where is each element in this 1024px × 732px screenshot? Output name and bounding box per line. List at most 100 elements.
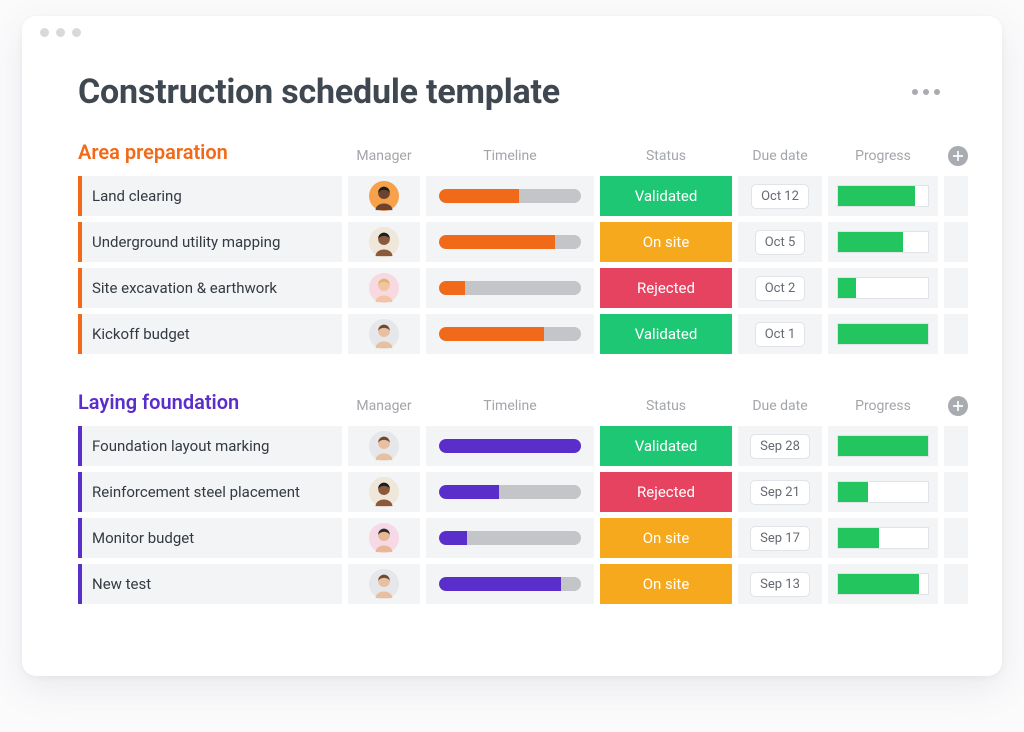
- progress-cell[interactable]: [828, 222, 938, 262]
- status-cell[interactable]: Validated: [600, 314, 732, 354]
- table-row[interactable]: Site excavation & earthwork Rejected Oct…: [78, 268, 946, 308]
- timeline-cell[interactable]: [426, 426, 594, 466]
- manager-cell[interactable]: [348, 564, 420, 604]
- column-header-due-date: Due date: [738, 148, 822, 166]
- timeline-cell[interactable]: [426, 222, 594, 262]
- timeline-cell[interactable]: [426, 176, 594, 216]
- timeline-fill: [439, 327, 544, 341]
- row-trailing-cell[interactable]: [944, 564, 968, 604]
- column-header-status: Status: [600, 148, 732, 166]
- app-window: Construction schedule template Area prep…: [22, 16, 1002, 676]
- progress-box: [837, 185, 929, 207]
- timeline-cell[interactable]: [426, 314, 594, 354]
- avatar-icon: [369, 431, 399, 461]
- timeline-cell[interactable]: [426, 518, 594, 558]
- task-name-cell[interactable]: Reinforcement steel placement: [78, 472, 342, 512]
- task-name-cell[interactable]: Kickoff budget: [78, 314, 342, 354]
- avatar-icon: [369, 227, 399, 257]
- row-trailing-cell[interactable]: [944, 426, 968, 466]
- manager-cell[interactable]: [348, 222, 420, 262]
- progress-cell[interactable]: [828, 518, 938, 558]
- due-date-cell[interactable]: Oct 2: [738, 268, 822, 308]
- row-trailing-cell[interactable]: [944, 472, 968, 512]
- row-trailing-cell[interactable]: [944, 314, 968, 354]
- progress-cell[interactable]: [828, 564, 938, 604]
- section: Area preparation Manager Timeline Status…: [78, 140, 946, 354]
- timeline-cell[interactable]: [426, 564, 594, 604]
- avatar-icon: [369, 477, 399, 507]
- manager-cell[interactable]: [348, 518, 420, 558]
- avatar-icon: [369, 319, 399, 349]
- table-row[interactable]: New test On site Sep 13: [78, 564, 946, 604]
- content-area: Construction schedule template Area prep…: [22, 48, 1002, 604]
- due-date-cell[interactable]: Oct 12: [738, 176, 822, 216]
- column-header-timeline: Timeline: [426, 398, 594, 416]
- progress-cell[interactable]: [828, 314, 938, 354]
- timeline-cell[interactable]: [426, 268, 594, 308]
- avatar-icon: [369, 569, 399, 599]
- manager-cell[interactable]: [348, 176, 420, 216]
- add-column-button[interactable]: [948, 146, 968, 166]
- status-cell[interactable]: On site: [600, 564, 732, 604]
- progress-cell[interactable]: [828, 472, 938, 512]
- more-menu-button[interactable]: [906, 83, 946, 101]
- status-cell[interactable]: Validated: [600, 176, 732, 216]
- task-name-cell[interactable]: Land clearing: [78, 176, 342, 216]
- timeline-track: [439, 189, 581, 203]
- row-trailing-cell[interactable]: [944, 268, 968, 308]
- section-title: Area preparation: [78, 140, 342, 166]
- status-cell[interactable]: Validated: [600, 426, 732, 466]
- column-header-timeline: Timeline: [426, 148, 594, 166]
- manager-cell[interactable]: [348, 314, 420, 354]
- table-row[interactable]: Underground utility mapping On site Oct …: [78, 222, 946, 262]
- due-date-cell[interactable]: Sep 17: [738, 518, 822, 558]
- task-name-cell[interactable]: Underground utility mapping: [78, 222, 342, 262]
- timeline-fill: [439, 577, 561, 591]
- task-name-cell[interactable]: Foundation layout marking: [78, 426, 342, 466]
- task-name-cell[interactable]: New test: [78, 564, 342, 604]
- status-cell[interactable]: On site: [600, 518, 732, 558]
- due-date-cell[interactable]: Sep 21: [738, 472, 822, 512]
- manager-cell[interactable]: [348, 426, 420, 466]
- table-row[interactable]: Land clearing Validated Oct 12: [78, 176, 946, 216]
- progress-fill: [838, 186, 915, 206]
- progress-cell[interactable]: [828, 426, 938, 466]
- progress-cell[interactable]: [828, 268, 938, 308]
- status-badge: On site: [600, 222, 732, 262]
- progress-fill: [838, 436, 928, 456]
- row-trailing-cell[interactable]: [944, 222, 968, 262]
- due-date-value: Oct 1: [755, 322, 806, 347]
- progress-box: [837, 435, 929, 457]
- table-row[interactable]: Monitor budget On site Sep 17: [78, 518, 946, 558]
- table-row[interactable]: Reinforcement steel placement Rejected S…: [78, 472, 946, 512]
- table-row[interactable]: Foundation layout marking Validated Sep …: [78, 426, 946, 466]
- due-date-cell[interactable]: Sep 28: [738, 426, 822, 466]
- add-column-button[interactable]: [948, 396, 968, 416]
- timeline-fill: [439, 439, 581, 453]
- progress-fill: [838, 232, 903, 252]
- timeline-track: [439, 281, 581, 295]
- progress-cell[interactable]: [828, 176, 938, 216]
- timeline-track: [439, 531, 581, 545]
- column-header-due-date: Due date: [738, 398, 822, 416]
- status-cell[interactable]: Rejected: [600, 472, 732, 512]
- progress-box: [837, 231, 929, 253]
- manager-cell[interactable]: [348, 472, 420, 512]
- timeline-cell[interactable]: [426, 472, 594, 512]
- due-date-cell[interactable]: Sep 13: [738, 564, 822, 604]
- manager-cell[interactable]: [348, 268, 420, 308]
- due-date-cell[interactable]: Oct 1: [738, 314, 822, 354]
- status-cell[interactable]: Rejected: [600, 268, 732, 308]
- task-name-cell[interactable]: Site excavation & earthwork: [78, 268, 342, 308]
- section-header: Laying foundation Manager Timeline Statu…: [78, 390, 946, 416]
- timeline-track: [439, 485, 581, 499]
- task-name-cell[interactable]: Monitor budget: [78, 518, 342, 558]
- table-row[interactable]: Kickoff budget Validated Oct 1: [78, 314, 946, 354]
- row-trailing-cell[interactable]: [944, 176, 968, 216]
- page-title: Construction schedule template: [78, 72, 560, 112]
- row-trailing-cell[interactable]: [944, 518, 968, 558]
- due-date-cell[interactable]: Oct 5: [738, 222, 822, 262]
- progress-fill: [838, 528, 879, 548]
- progress-box: [837, 527, 929, 549]
- status-cell[interactable]: On site: [600, 222, 732, 262]
